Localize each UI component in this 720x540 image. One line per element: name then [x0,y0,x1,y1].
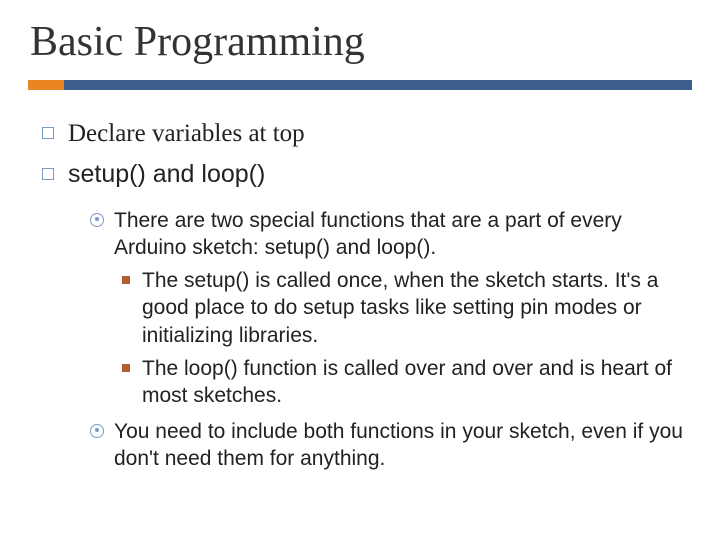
bullet-list: Declare variables at top setup() and loo… [42,118,692,472]
list-item-text: The loop() function is called over and o… [142,357,672,407]
list-item: There are two special functions that are… [90,207,692,410]
list-item-text: There are two special functions that are… [114,209,622,259]
list-item-text: Declare variables at top [68,120,305,147]
divider-accent [28,80,64,90]
list-item: You need to include both functions in yo… [90,418,692,473]
list-item: Declare variables at top [42,118,692,149]
list-item-text: You need to include both functions in yo… [114,420,683,470]
slide: Basic Programming Declare variables at t… [0,0,720,540]
divider-bar [64,80,692,90]
divider [28,80,692,90]
list-item-text: setup() and loop() [68,160,265,188]
list-item-text: The setup() is called once, when the ske… [142,269,658,347]
slide-title: Basic Programming [30,18,692,66]
list-item: The loop() function is called over and o… [122,355,692,410]
list-item: The setup() is called once, when the ske… [122,267,692,349]
list-item: setup() and loop() There are two special… [42,159,692,472]
sub-list: There are two special functions that are… [90,207,692,473]
sub-sub-list: The setup() is called once, when the ske… [122,267,692,409]
